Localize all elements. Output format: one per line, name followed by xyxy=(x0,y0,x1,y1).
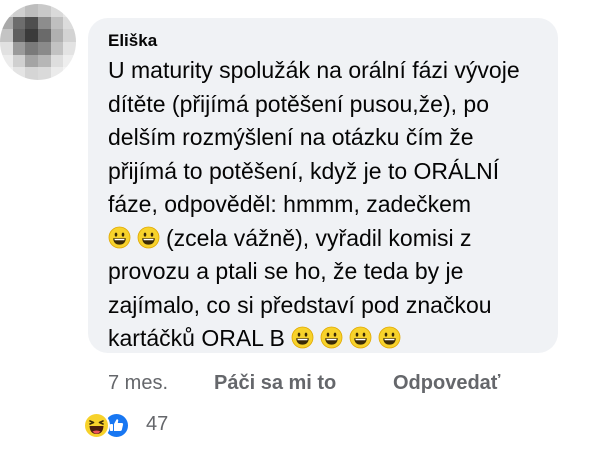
avatar-pixel xyxy=(25,67,38,80)
avatar-pixel xyxy=(38,16,51,30)
avatar-pixel xyxy=(50,54,64,68)
avatar-pixel xyxy=(50,16,64,30)
avatar-pixel xyxy=(50,67,64,80)
grinning-face-icon xyxy=(320,326,343,349)
reactions-summary[interactable]: 47 xyxy=(83,409,203,443)
avatar-pixel xyxy=(0,54,13,68)
avatar-pixel xyxy=(50,4,64,17)
avatar-pixel xyxy=(63,4,76,17)
comment-timestamp[interactable]: 7 mes. xyxy=(108,372,168,395)
avatar-pixel xyxy=(38,67,51,80)
avatar-pixel xyxy=(63,67,76,80)
avatar-pixel xyxy=(50,29,64,42)
avatar-pixel xyxy=(0,42,13,55)
comment-line: delším rozmýšlení na otázku čím že xyxy=(108,124,474,150)
reply-button[interactable]: Odpovedať xyxy=(393,372,500,395)
avatar-pixel xyxy=(63,29,76,42)
grinning-face-icon xyxy=(291,326,314,349)
haha-reaction-icon xyxy=(83,412,110,439)
comment-author[interactable]: Eliška xyxy=(108,31,157,51)
comment-line: fáze, odpověděl: hmmm, zadečkem xyxy=(108,191,472,217)
avatar-pixel xyxy=(12,54,26,68)
comment-line: zajímalo, co si představí pod značkou xyxy=(108,291,492,318)
comment-line-text: (zcela vážně), vyřadil komisi z xyxy=(166,224,472,251)
comment-line: dítěte (přijímá potěšení pusou,že), po xyxy=(108,90,489,117)
grinning-face-icon xyxy=(378,326,401,349)
comment-bubble: Eliška U maturity spolužák na orální fáz… xyxy=(88,18,558,353)
avatar-pixel xyxy=(63,54,76,68)
comment-line-text: kartáčků ORAL B xyxy=(108,325,285,351)
avatar-pixel xyxy=(0,29,13,42)
comment-line: provozu a ptali se ho, že teda by je xyxy=(108,258,464,284)
avatar-pixel xyxy=(38,29,51,42)
comment-line: přijímá to potěšení, když je to ORÁLNÍ xyxy=(108,157,500,184)
avatar-pixel xyxy=(50,42,64,55)
comment-line: kartáčků ORAL B xyxy=(108,322,548,356)
avatar-pixel xyxy=(0,4,13,17)
comment-actions: 7 mes. Páči sa mi to Odpovedať xyxy=(88,372,558,400)
avatar-pixel xyxy=(12,42,26,55)
avatar-pixel xyxy=(0,67,13,80)
avatar-pixel xyxy=(63,42,76,55)
comment-text: U maturity spolužák na orální fázi vývoj… xyxy=(108,54,548,356)
avatar[interactable] xyxy=(0,4,76,80)
avatar-pixel xyxy=(12,67,26,80)
comment-line: (zcela vážně), vyřadil komisi z xyxy=(108,222,548,256)
avatar-pixel xyxy=(38,54,51,68)
avatar-pixel xyxy=(25,42,38,55)
avatar-pixel xyxy=(25,4,38,17)
avatar-pixel xyxy=(25,29,38,42)
comment-line: U maturity spolužák na orální fázi vývoj… xyxy=(108,57,520,83)
like-button[interactable]: Páči sa mi to xyxy=(214,372,336,395)
grinning-face-icon xyxy=(349,326,372,349)
avatar-pixel xyxy=(38,42,51,55)
avatar-pixel xyxy=(63,16,76,30)
avatar-pixel xyxy=(12,29,26,42)
grinning-face-icon xyxy=(108,226,131,249)
avatar-pixel xyxy=(25,16,38,30)
comment: Eliška U maturity spolužák na orální fáz… xyxy=(0,0,600,449)
avatar-pixel xyxy=(0,16,13,30)
reaction-count: 47 xyxy=(146,413,169,435)
avatar-pixel xyxy=(38,4,51,17)
grinning-face-icon xyxy=(137,226,160,249)
avatar-pixel xyxy=(12,16,26,30)
avatar-pixel xyxy=(12,4,26,17)
avatar-pixel xyxy=(25,54,38,68)
